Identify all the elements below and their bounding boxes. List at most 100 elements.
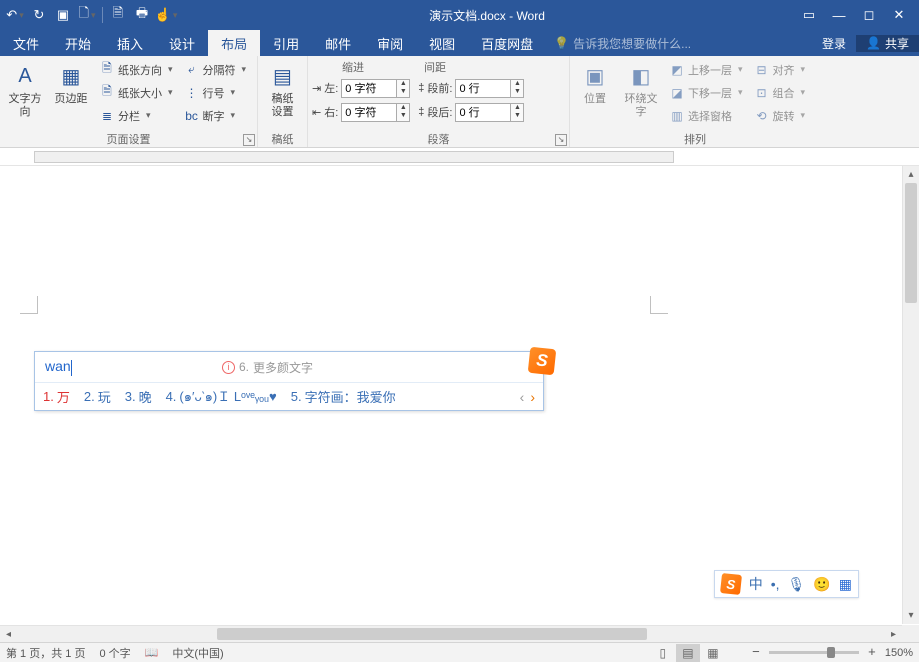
close-button[interactable]: ✕ (887, 4, 911, 26)
open-button[interactable]: 🗎 (107, 4, 129, 26)
tab-design[interactable]: 设计 (156, 30, 208, 56)
group-button[interactable]: ⊡组合▾ (751, 82, 810, 103)
ime-status-bar[interactable]: S 中 •, 🎙 🙂 ▦ (714, 570, 859, 598)
wrap-text-button[interactable]: ◧ 环绕文字 (620, 59, 662, 119)
print-button[interactable]: 🖶 (131, 4, 153, 26)
scroll-right-button[interactable]: ▸ (885, 626, 902, 642)
redo-icon: ↻ (34, 7, 45, 23)
zoom-slider[interactable] (769, 651, 859, 654)
tab-baidu[interactable]: 百度网盘 (468, 30, 546, 56)
bring-forward-button[interactable]: ◩上移一层▾ (666, 59, 747, 80)
tab-home[interactable]: 开始 (52, 30, 104, 56)
ime-candidate-5[interactable]: 5.字符画：我爱你 (291, 387, 396, 406)
zoom-in-button[interactable]: + (865, 646, 879, 660)
ime-prev-button[interactable]: ‹ (520, 389, 525, 405)
spin-up[interactable]: ▲ (511, 80, 523, 89)
manuscript-button[interactable]: ▤ 稿纸 设置 (262, 59, 303, 119)
ime-lang-button[interactable]: 中 (749, 574, 763, 594)
page-setup-launcher[interactable]: ↘ (243, 134, 255, 146)
spin-down[interactable]: ▼ (397, 88, 409, 97)
ime-hint[interactable]: i 6. 更多颜文字 (222, 359, 313, 376)
text-direction-button[interactable]: A 文字方向 (4, 59, 46, 119)
scroll-thumb[interactable] (217, 628, 647, 640)
orientation-button[interactable]: 🗎纸张方向▾ (96, 59, 177, 80)
vertical-scrollbar[interactable]: ▴ ▾ (902, 166, 919, 624)
send-backward-button[interactable]: ◪下移一层▾ (666, 82, 747, 103)
tab-mailings[interactable]: 邮件 (312, 30, 364, 56)
position-button[interactable]: ▣ 位置 (574, 59, 616, 106)
spin-up[interactable]: ▲ (397, 80, 409, 89)
group-icon: ⊡ (755, 86, 769, 100)
word-count[interactable]: 0 个字 (99, 645, 130, 661)
columns-button[interactable]: ≣分栏▾ (96, 105, 177, 126)
maximize-icon: ◻ (864, 7, 875, 23)
zoom-thumb[interactable] (827, 647, 835, 658)
ime-candidate-4[interactable]: 4.(๑′ᴗ‵๑)Ｉ Lᵒᵛᵉᵧₒᵤ♥ (166, 386, 277, 407)
tab-file[interactable]: 文件 (0, 30, 52, 56)
paragraph-launcher[interactable]: ↘ (555, 134, 567, 146)
spacing-after-input[interactable] (455, 103, 511, 122)
ime-toolbox-button[interactable]: ▦ (839, 576, 852, 593)
scroll-up-button[interactable]: ▴ (903, 166, 919, 183)
page-indicator[interactable]: 第 1 页，共 1 页 (6, 645, 85, 661)
ime-punct-button[interactable]: •, (771, 576, 780, 592)
breaks-button[interactable]: ⤶分隔符▾ (181, 59, 251, 80)
line-numbers-button[interactable]: ⋮行号▾ (181, 82, 251, 103)
maximize-button[interactable]: ◻ (857, 4, 881, 26)
ime-hint-text: 更多颜文字 (253, 359, 313, 376)
align-icon: ⊟ (755, 63, 769, 77)
horizontal-scrollbar[interactable]: ◂ ▸ (0, 625, 902, 642)
tab-view[interactable]: 视图 (416, 30, 468, 56)
horizontal-ruler[interactable] (0, 148, 919, 166)
ime-candidate-2[interactable]: 2.玩 (84, 387, 111, 406)
zoom-level[interactable]: 150% (885, 647, 913, 659)
ime-candidate-3[interactable]: 3.晚 (125, 387, 152, 406)
orientation-icon: 🗎 (100, 63, 114, 77)
print-layout-button[interactable]: ▤ (676, 644, 700, 662)
spin-down[interactable]: ▼ (511, 88, 523, 97)
rotate-label: 旋转 (773, 108, 795, 124)
spin-up[interactable]: ▲ (397, 104, 409, 113)
save-icon: ▣ (57, 7, 69, 23)
tab-references[interactable]: 引用 (260, 30, 312, 56)
rotate-button[interactable]: ⟲旋转▾ (751, 105, 810, 126)
ime-mic-button[interactable]: 🎙 (788, 576, 806, 593)
save-button[interactable]: ▣ (52, 4, 74, 26)
scroll-left-button[interactable]: ◂ (0, 626, 17, 642)
spin-up[interactable]: ▲ (511, 104, 523, 113)
minimize-button[interactable]: — (827, 4, 851, 26)
ime-emoji-button[interactable]: 🙂 (813, 576, 830, 593)
ime-next-button[interactable]: › (530, 389, 535, 405)
spacing-before-input[interactable] (455, 79, 511, 98)
language-indicator[interactable]: 中文(中国) (172, 645, 223, 661)
scroll-thumb[interactable] (905, 183, 917, 303)
margins-button[interactable]: ▦ 页边距 (50, 59, 92, 106)
tab-layout[interactable]: 布局 (208, 30, 260, 56)
spin-down[interactable]: ▼ (511, 112, 523, 121)
scroll-down-button[interactable]: ▾ (903, 607, 919, 624)
login-button[interactable]: 登录 (812, 35, 856, 52)
share-button[interactable]: 👤共享 (856, 35, 919, 52)
tab-review[interactable]: 审阅 (364, 30, 416, 56)
tab-insert[interactable]: 插入 (104, 30, 156, 56)
new-button[interactable]: 🗋▾ (76, 4, 98, 26)
touch-icon: ☝ (155, 7, 171, 23)
read-mode-button[interactable]: ▯ (651, 644, 675, 662)
touch-button[interactable]: ☝▾ (155, 4, 177, 26)
zoom-out-button[interactable]: − (749, 646, 763, 660)
align-button[interactable]: ⊟对齐▾ (751, 59, 810, 80)
redo-button[interactable]: ↻ (28, 4, 50, 26)
hyphenation-button[interactable]: bc断字▾ (181, 105, 251, 126)
indent-right-input[interactable] (341, 103, 397, 122)
pane-label: 选择窗格 (688, 108, 732, 124)
spellcheck-button[interactable]: 📖 (145, 646, 159, 659)
indent-left-input[interactable] (341, 79, 397, 98)
ribbon-options-button[interactable]: ▭ (797, 4, 821, 26)
size-button[interactable]: 🗎纸张大小▾ (96, 82, 177, 103)
undo-button[interactable]: ↶▾ (4, 4, 26, 26)
web-layout-button[interactable]: ▦ (701, 644, 725, 662)
spin-down[interactable]: ▼ (397, 112, 409, 121)
selection-pane-button[interactable]: ▥选择窗格 (666, 105, 747, 126)
ime-candidate-1[interactable]: 1.万 (43, 387, 70, 406)
tell-me-search[interactable]: 💡告诉我您想要做什么... (546, 30, 812, 56)
